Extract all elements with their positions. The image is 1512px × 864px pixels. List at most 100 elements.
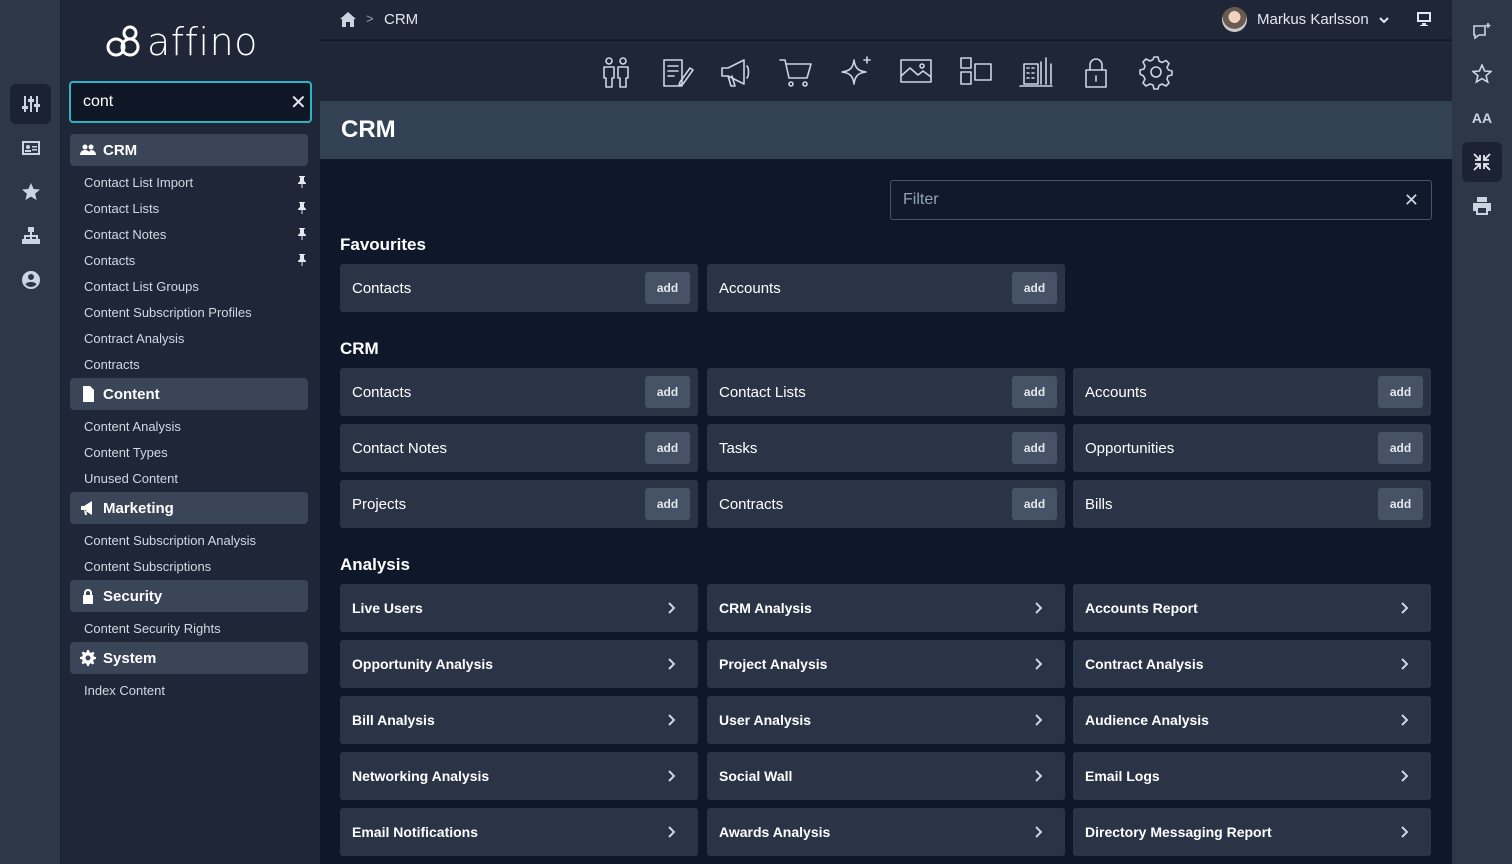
- add-button[interactable]: add: [645, 376, 690, 408]
- nav-item-content-subscription-analysis[interactable]: Content Subscription Analysis: [84, 529, 308, 551]
- nav-item-contact-lists[interactable]: Contact Lists: [84, 197, 308, 219]
- analysis-card[interactable]: Social Wall: [707, 752, 1065, 800]
- analysis-card[interactable]: Live Users: [340, 584, 698, 632]
- layout-blocks-icon[interactable]: [956, 52, 996, 92]
- add-button[interactable]: add: [1012, 432, 1057, 464]
- pin-icon[interactable]: [296, 202, 308, 214]
- nav-item-content-security-rights[interactable]: Content Security Rights: [84, 617, 308, 639]
- affino-logo[interactable]: affino: [105, 20, 258, 64]
- media-image-icon[interactable]: [896, 52, 936, 92]
- nav-item-content-analysis[interactable]: Content Analysis: [84, 415, 308, 437]
- crm-card-bills[interactable]: Bills add: [1073, 480, 1431, 528]
- nav-search-input[interactable]: [83, 93, 290, 111]
- fav-card-contacts[interactable]: Contacts add: [340, 264, 698, 312]
- sitemap-icon[interactable]: [10, 216, 51, 256]
- analysis-card[interactable]: Project Analysis: [707, 640, 1065, 688]
- card-label: CRM Analysis: [719, 600, 812, 616]
- crm-card-projects[interactable]: Projects add: [340, 480, 698, 528]
- add-button[interactable]: add: [1378, 488, 1423, 520]
- nav-group-system[interactable]: System: [70, 642, 308, 674]
- sparkle-icon[interactable]: [836, 52, 876, 92]
- add-button[interactable]: add: [1012, 272, 1057, 304]
- monitor-icon[interactable]: [1416, 11, 1432, 27]
- shopping-cart-icon[interactable]: [776, 52, 816, 92]
- chevron-right-icon: [664, 713, 678, 727]
- marketing-megaphone-icon[interactable]: [716, 52, 756, 92]
- add-button[interactable]: add: [1012, 488, 1057, 520]
- crm-card-opportunities[interactable]: Opportunities add: [1073, 424, 1431, 472]
- pin-icon[interactable]: [296, 254, 308, 266]
- pin-icon[interactable]: [296, 228, 308, 240]
- analysis-card[interactable]: CRM Analysis: [707, 584, 1065, 632]
- user-circle-icon[interactable]: [10, 260, 51, 300]
- analysis-card[interactable]: Email Notifications: [340, 808, 698, 856]
- filter-input[interactable]: [903, 191, 1404, 209]
- crm-people-icon[interactable]: [596, 52, 636, 92]
- crm-card-contact-notes[interactable]: Contact Notes add: [340, 424, 698, 472]
- nav-item-contract-analysis[interactable]: Contract Analysis: [84, 327, 308, 349]
- crm-card-contact-lists[interactable]: Contact Lists add: [707, 368, 1065, 416]
- add-button[interactable]: add: [1012, 376, 1057, 408]
- content-edit-icon[interactable]: [656, 52, 696, 92]
- star-outline-icon[interactable]: [1462, 54, 1502, 94]
- crm-card-contracts[interactable]: Contracts add: [707, 480, 1065, 528]
- add-button[interactable]: add: [1378, 432, 1423, 464]
- text-size-icon[interactable]: AA: [1462, 98, 1502, 138]
- analysis-card[interactable]: Opportunity Analysis: [340, 640, 698, 688]
- chat-sparkle-icon[interactable]: [1462, 12, 1502, 52]
- contact-card-icon[interactable]: [10, 128, 51, 168]
- analysis-card[interactable]: Contract Analysis: [1073, 640, 1431, 688]
- nav-item-contact-notes[interactable]: Contact Notes: [84, 223, 308, 245]
- nav-group-content[interactable]: Content: [70, 378, 308, 410]
- nav-item-content-types[interactable]: Content Types: [84, 441, 308, 463]
- nav-item-content-subscription-profiles[interactable]: Content Subscription Profiles: [84, 301, 308, 323]
- chevron-right-icon: [664, 657, 678, 671]
- card-label: Contracts: [719, 495, 784, 513]
- text-size-label: AA: [1471, 110, 1493, 126]
- analysis-card[interactable]: Accounts Report: [1073, 584, 1431, 632]
- add-button[interactable]: add: [645, 488, 690, 520]
- settings-gear-icon[interactable]: [1136, 52, 1176, 92]
- logo-text: affino: [147, 20, 258, 64]
- home-icon[interactable]: [339, 11, 357, 29]
- analysis-card[interactable]: Networking Analysis: [340, 752, 698, 800]
- analysis-card[interactable]: Audience Analysis: [1073, 696, 1431, 744]
- security-lock-icon[interactable]: [1076, 52, 1116, 92]
- collapse-icon[interactable]: [1462, 142, 1502, 182]
- add-button[interactable]: add: [645, 432, 690, 464]
- star-icon[interactable]: [10, 172, 51, 212]
- document-icon: [83, 386, 94, 402]
- filter-box[interactable]: ✕: [890, 180, 1432, 220]
- nav-item-unused-content[interactable]: Unused Content: [84, 467, 308, 489]
- nav-search[interactable]: ✕: [69, 81, 312, 123]
- crm-card-contacts[interactable]: Contacts add: [340, 368, 698, 416]
- nav-group-crm[interactable]: CRM: [70, 134, 308, 166]
- analysis-card[interactable]: User Analysis: [707, 696, 1065, 744]
- nav-group-security[interactable]: Security: [70, 580, 308, 612]
- nav-item-contact-list-groups[interactable]: Contact List Groups: [84, 275, 308, 297]
- close-icon[interactable]: ✕: [1404, 190, 1419, 211]
- add-button[interactable]: add: [645, 272, 690, 304]
- nav-group-marketing[interactable]: Marketing: [70, 492, 308, 524]
- print-icon[interactable]: [1462, 186, 1502, 226]
- nav-item-contacts[interactable]: Contacts: [84, 249, 308, 271]
- card-label: Email Notifications: [352, 824, 479, 840]
- analysis-card[interactable]: Awards Analysis: [707, 808, 1065, 856]
- nav-item-contact-list-import[interactable]: Contact List Import: [84, 171, 308, 193]
- nav-item-contracts[interactable]: Contracts: [84, 353, 308, 375]
- close-icon[interactable]: ✕: [290, 90, 307, 115]
- analysis-card[interactable]: Directory Messaging Report: [1073, 808, 1431, 856]
- nav-item-index-content[interactable]: Index Content: [84, 679, 308, 701]
- fav-card-accounts[interactable]: Accounts add: [707, 264, 1065, 312]
- nav-item-content-subscriptions[interactable]: Content Subscriptions: [84, 555, 308, 577]
- analysis-card[interactable]: Bill Analysis: [340, 696, 698, 744]
- card-label: Contacts: [352, 383, 412, 401]
- reports-icon[interactable]: [1016, 52, 1056, 92]
- analysis-card[interactable]: Email Logs: [1073, 752, 1431, 800]
- crm-card-accounts[interactable]: Accounts add: [1073, 368, 1431, 416]
- sliders-icon[interactable]: [10, 84, 51, 124]
- add-button[interactable]: add: [1378, 376, 1423, 408]
- pin-icon[interactable]: [296, 176, 308, 188]
- crm-card-tasks[interactable]: Tasks add: [707, 424, 1065, 472]
- user-menu[interactable]: Markus Karlsson: [1222, 7, 1389, 32]
